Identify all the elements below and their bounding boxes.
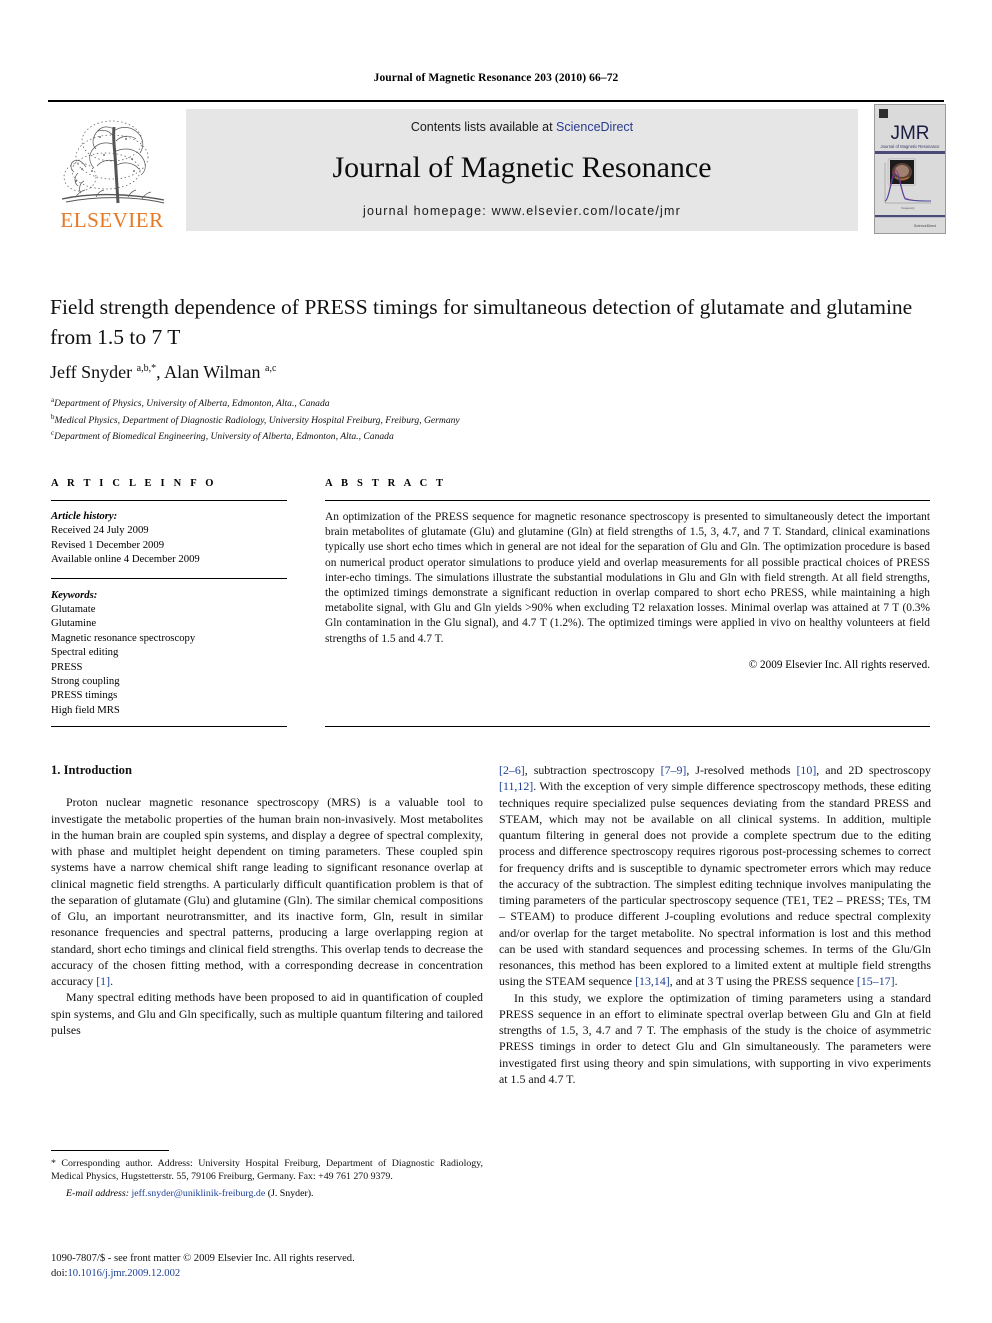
author-list: Jeff Snyder a,b,*, Alan Wilman a,c [50,362,277,382]
doi-label: doi: [51,1267,68,1279]
body-column-right: [2–6], subtraction spectroscopy [7–9], J… [499,762,931,1087]
history-item: Available online 4 December 2009 [51,553,200,566]
keyword-item: Strong coupling [51,675,120,688]
svg-text:JMR: JMR [890,123,929,144]
sciencedirect-link[interactable]: ScienceDirect [556,120,633,134]
article-info-column: A R T I C L E I N F O Article history: R… [51,478,287,717]
abstract-bottom-rule [325,726,930,727]
paragraph: [2–6], subtraction spectroscopy [7–9], J… [499,763,931,989]
cover-svg: JMR Journal of Magnetic Resonance freque… [875,105,945,233]
journal-cover-thumbnail: JMR Journal of Magnetic Resonance freque… [874,104,946,234]
corresponding-author-note: * Corresponding author. Address: Univers… [51,1158,483,1183]
affiliation-item: aDepartment of Physics, University of Al… [51,396,330,410]
keyword-item: High field MRS [51,703,120,716]
article-info-heading: A R T I C L E I N F O [51,478,217,489]
journal-masthead: ELSEVIER Contents lists available at Sci… [48,100,946,235]
elsevier-wordmark: ELSEVIER [60,208,164,232]
abstract-column: A B S T R A C T An optimization of the P… [325,478,930,671]
svg-text:frequency: frequency [901,206,915,210]
issn-line: 1090-7807/$ - see front matter © 2009 El… [51,1253,355,1264]
email-note: E-mail address: jeff.snyder@uniklinik-fr… [51,1187,483,1200]
paragraph: In this study, we explore the optimizati… [499,990,931,1086]
journal-band: Contents lists available at ScienceDirec… [186,109,858,231]
tree-svg [61,120,165,204]
doi-line: doi:10.1016/j.jmr.2009.12.002 [51,1267,651,1282]
abstract-rule [325,500,930,501]
contents-prefix: Contents lists available at [410,120,557,134]
issn-copyright-block: 1090-7807/$ - see front matter © 2009 El… [51,1252,651,1281]
abstract-heading: A B S T R A C T [325,478,447,489]
keywords-rule [51,577,287,579]
article-info-rule [51,500,287,501]
elsevier-logo: ELSEVIER [48,105,176,235]
history-item: Revised 1 December 2009 [51,538,165,551]
elsevier-tree-icon [56,111,168,207]
journal-homepage-link[interactable]: journal homepage: www.elsevier.com/locat… [186,204,858,218]
doi-link[interactable]: 10.1016/j.jmr.2009.12.002 [67,1268,180,1279]
svg-text:Journal of Magnetic Resonance: Journal of Magnetic Resonance [881,144,941,149]
email-link[interactable]: jeff.snyder@uniklinik-freiburg.de [131,1188,265,1199]
keyword-item: PRESS [51,660,83,673]
keyword-item: PRESS timings [51,689,118,702]
journal-title: Journal of Magnetic Resonance [332,151,712,184]
body-column-left: 1. Introduction Proton nuclear magnetic … [51,762,483,1038]
email-label: E-mail address: [66,1188,129,1200]
keyword-item: Glutamate [51,603,96,616]
keyword-item: Magnetic resonance spectroscopy [51,631,196,644]
affiliation-item: bMedical Physics, Department of Diagnost… [51,412,460,426]
keyword-item: Glutamine [51,617,97,630]
article-history-label: Article history: [51,510,118,522]
article-history: Article history: Received 24 July 2009 R… [51,509,287,567]
article-info-bottom-rule [51,726,287,727]
paper-title: Field strength dependence of PRESS timin… [50,295,913,349]
affiliation-list: aDepartment of Physics, University of Al… [51,394,931,444]
history-item: Received 24 July 2009 [51,524,149,537]
section-heading-introduction: 1. Introduction [51,763,132,777]
paragraph: Proton nuclear magnetic resonance spectr… [51,795,483,988]
contents-available-line: Contents lists available at ScienceDirec… [186,120,858,134]
footnote-block: * Corresponding author. Address: Univers… [51,1150,483,1201]
svg-text:ScienceDirect: ScienceDirect [914,224,936,228]
keywords-block: Keywords: Glutamate Glutamine Magnetic r… [51,588,287,718]
footnote-rule [51,1150,169,1151]
paper-page: Journal of Magnetic Resonance 203 (2010)… [0,0,992,1323]
paragraph: Many spectral editing methods have been … [51,990,483,1037]
keyword-item: Spectral editing [51,646,119,659]
running-head: Journal of Magnetic Resonance 203 (2010)… [373,72,619,84]
email-suffix: (J. Snyder). [267,1188,314,1200]
abstract-copyright: © 2009 Elsevier Inc. All rights reserved… [748,658,930,671]
abstract-text: An optimization of the PRESS sequence fo… [325,511,930,645]
masthead-top-rule [48,100,944,102]
affiliation-item: cDepartment of Biomedical Engineering, U… [51,429,394,443]
keywords-label: Keywords: [51,588,98,601]
